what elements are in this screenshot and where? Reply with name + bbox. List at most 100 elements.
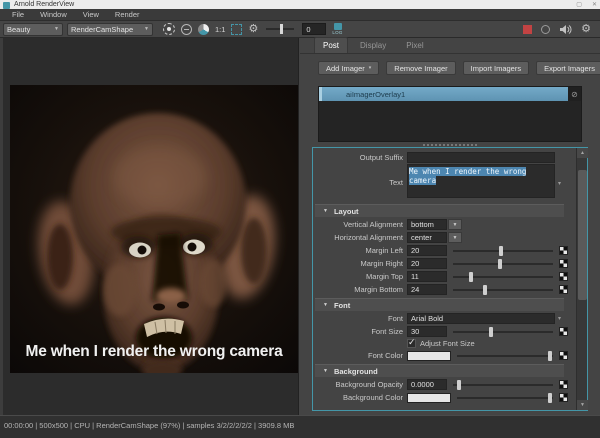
speaker-icon[interactable] [559,24,572,35]
render-viewport: Me when I render the wrong camera [0,38,299,415]
font-color-swatch[interactable] [407,351,451,361]
export-imagers-button[interactable]: Export Imagers [536,61,600,75]
background-opacity-slider[interactable] [453,384,553,386]
menu-view[interactable]: View [75,10,107,19]
zoom-ratio-button[interactable]: 1:1 [215,25,225,34]
arnold-app-icon [3,2,10,9]
import-imagers-button[interactable]: Import Imagers [463,61,529,75]
map-texture-icon[interactable] [559,259,568,268]
adjust-font-size-label: Adjust Font Size [420,339,475,348]
imager-list-item[interactable]: aiImagerOverlay1 ⊘ [319,87,581,101]
background-color-slider[interactable] [457,397,553,399]
scroll-down-icon[interactable]: ▼ [577,400,588,410]
margin-bottom-slider[interactable] [453,289,553,291]
output-suffix-row: Output Suffix [313,151,577,164]
exposure-slider[interactable] [266,28,294,30]
background-section-header[interactable]: ▼ Background [315,364,564,377]
disable-imager-icon[interactable]: ⊘ [568,87,581,101]
window-title: Arnold RenderView [14,1,74,9]
margin-top-input[interactable]: 11 [407,271,447,282]
aov-select-value: Beauty [7,25,30,34]
map-texture-icon[interactable] [559,272,568,281]
font-section-header[interactable]: ▼ Font [315,298,564,311]
refresh-render-icon[interactable] [541,25,550,34]
tab-pixel[interactable]: Pixel [398,38,431,53]
render-status-text: 00:00:00 | 500x500 | CPU | RenderCamShap… [0,416,600,430]
margin-left-input[interactable]: 20 [407,245,447,256]
margin-left-slider[interactable] [453,250,553,252]
exposure-value-input[interactable]: 0 [302,23,326,35]
vertical-alignment-row: Vertical Alignment bottom ▼ [313,218,577,231]
adjust-font-size-row: ✓ Adjust Font Size [313,338,577,349]
camera-select[interactable]: RenderCamShape ▼ [67,23,153,36]
map-texture-icon[interactable] [559,393,568,402]
section-title: Layout [334,207,359,216]
collapse-triangle-icon: ▼ [323,302,328,308]
imager-properties-frame: Output Suffix Text Me when I render the … [312,147,588,411]
section-title: Background [334,367,378,376]
font-size-slider[interactable] [453,331,553,333]
render-overlay-caption: Me when I render the wrong camera [10,343,298,361]
font-size-input[interactable]: 30 [407,326,447,337]
margin-top-slider[interactable] [453,276,553,278]
text-expand-icon[interactable]: ▾ [558,180,561,187]
scroll-up-icon[interactable]: ▲ [577,148,588,158]
settings-gear-icon[interactable]: ⚙ [581,24,591,35]
display-gear-icon[interactable]: ⚙ [248,24,258,35]
output-suffix-label: Output Suffix [315,153,403,162]
tab-display[interactable]: Display [352,38,394,53]
close-icon[interactable]: ✕ [592,1,597,9]
font-color-slider[interactable] [457,355,553,357]
tab-post[interactable]: Post [314,37,348,53]
distorted-face-render [10,85,298,373]
margin-bottom-row: Margin Bottom 24 [313,283,577,296]
chevron-down-icon[interactable]: ▼ [448,232,462,243]
log-display-icon[interactable]: LOG [332,23,342,36]
layout-section-header[interactable]: ▼ Layout [315,204,564,217]
chevron-down-icon[interactable]: ▼ [448,219,462,230]
horizontal-alignment-row: Horizontal Alignment center ▼ [313,231,577,244]
background-color-row: Background Color [313,391,577,404]
color-wheel-icon[interactable] [198,24,209,35]
camera-select-value: RenderCamShape [71,25,133,34]
background-opacity-row: Background Opacity 0.0000 [313,378,577,391]
margin-bottom-input[interactable]: 24 [407,284,447,295]
aov-select[interactable]: Beauty ▼ [3,23,63,36]
maximize-icon[interactable]: ▢ [576,1,582,9]
map-texture-icon[interactable] [559,351,568,360]
add-imager-button[interactable]: Add Imager ▾ [318,61,379,75]
chevron-down-icon: ▼ [140,26,149,32]
menu-render[interactable]: Render [107,10,148,19]
margin-left-row: Margin Left 20 [313,244,577,257]
remove-imager-button[interactable]: Remove Imager [386,61,455,75]
region-crop-icon[interactable] [231,24,242,35]
vertical-alignment-select[interactable]: bottom [407,219,447,230]
map-texture-icon[interactable] [559,380,568,389]
section-title: Font [334,301,350,310]
imager-name: aiImagerOverlay1 [346,90,405,99]
text-input[interactable]: Me when I render the wrong camera [407,164,555,198]
menu-window[interactable]: Window [32,10,75,19]
background-color-swatch[interactable] [407,393,451,403]
output-suffix-input[interactable] [407,152,555,163]
map-texture-icon[interactable] [559,246,568,255]
menu-file[interactable]: File [4,10,32,19]
imager-settings-panel: Post Display Pixel Add Imager ▾ Remove I… [300,38,600,415]
margin-right-slider[interactable] [453,263,553,265]
stop-render-button[interactable] [523,25,532,34]
background-opacity-input[interactable]: 0.0000 [407,379,447,390]
horizontal-alignment-select[interactable]: center [407,232,447,243]
margin-top-row: Margin Top 11 [313,270,577,283]
margin-right-input[interactable]: 20 [407,258,447,269]
map-texture-icon[interactable] [559,327,568,336]
map-texture-icon[interactable] [559,285,568,294]
properties-scrollbar[interactable]: ▲ ▼ [576,148,587,410]
font-dropdown-icon[interactable]: ▾ [558,315,561,322]
start-ipr-icon[interactable] [163,23,175,35]
scrollbar-thumb[interactable] [578,170,587,300]
adjust-font-size-checkbox[interactable]: ✓ [407,339,416,348]
chevron-down-icon: ▾ [369,65,372,71]
snapshot-icon[interactable] [181,24,192,35]
window-titlebar: Arnold RenderView ▢ ✕ [0,0,600,9]
font-name-input[interactable]: Arial Bold [407,313,555,324]
